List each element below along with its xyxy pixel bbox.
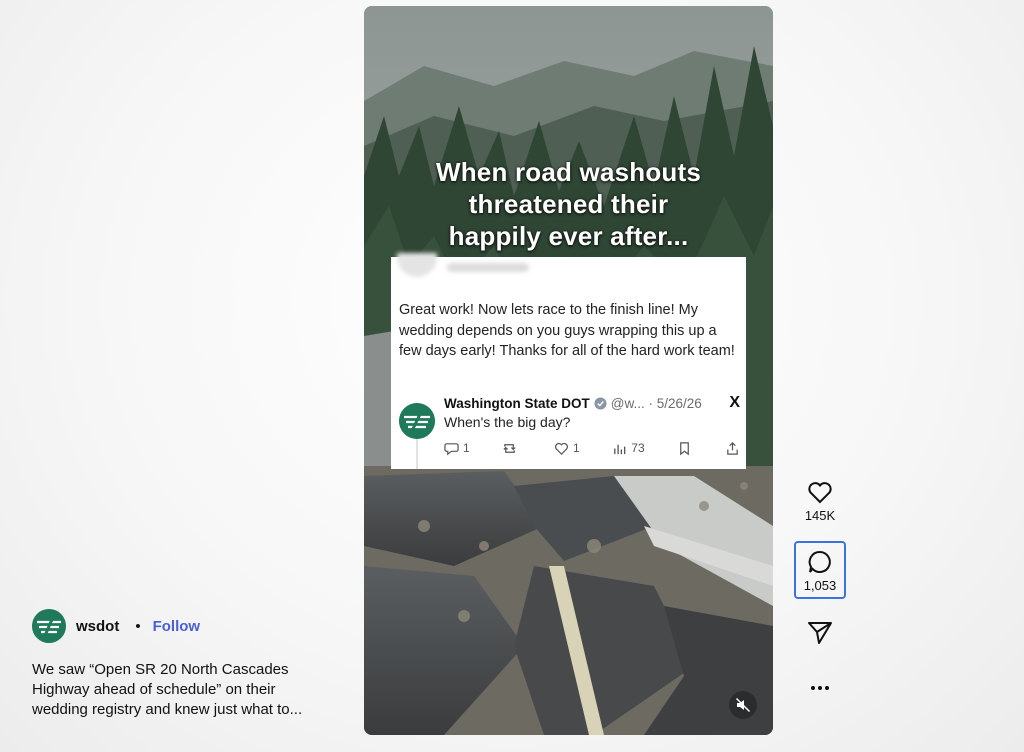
comment-count: 1,053 [803,577,837,593]
wsdot-avatar[interactable] [32,609,66,643]
reply-header: Washington State DOT @w... · 5/26/26 X [444,393,740,413]
tweet-retweet-action [502,441,521,456]
share-upload-icon [727,441,738,455]
reply-count: 1 [463,441,470,455]
reply-bubble-icon [444,442,459,455]
reply-handle-date: @w... · 5/26/26 [610,395,702,411]
retweet-icon [503,443,516,453]
post-caption[interactable]: We saw “Open SR 20 North Cascades Highwa… [32,660,332,720]
separator-dot: • [135,617,141,635]
post-author-row: wsdot • Follow [32,609,200,643]
tweet-reply-action: 1 [444,441,470,456]
views-bars-icon [614,444,626,454]
video-caption-overlay: When road washouts threatened their happ… [364,156,773,252]
more-icon [811,686,829,690]
tweet-like-count: 1 [572,441,580,455]
comment-button[interactable]: 1,053 [794,541,846,599]
send-icon [808,622,832,644]
follow-button[interactable]: Follow [153,618,201,635]
tweet-share-action [725,441,740,456]
tweet-action-bar: 1 1 73 [444,438,740,458]
reply-author-name: Washington State DOT [444,395,590,411]
tweet-text: Great work! Now lets race to the finish … [399,302,735,359]
wsdot-logo-avatar [399,403,435,439]
tweet-like-action: 1 [554,441,580,456]
caption-line: When road washouts [435,157,702,187]
tweet-views-action: 73 [612,441,645,456]
more-options-button[interactable] [794,674,846,702]
embedded-tweet-card: Great work! Now lets race to the finish … [391,253,746,469]
reel-video[interactable]: When road washouts threatened their happ… [364,6,773,735]
muted-speaker-icon [735,697,751,713]
caption-line: happily ever after... [448,221,689,251]
heart-icon [808,482,832,504]
tweet-heart-icon [555,442,568,455]
views-count: 73 [631,441,645,455]
blurred-username [447,263,529,272]
author-username[interactable]: wsdot [76,618,119,635]
mute-toggle-button[interactable] [729,691,757,719]
reply-text: When's the big day? [444,414,571,430]
caption-line: threatened their [468,189,669,219]
verified-badge-icon [594,396,607,410]
x-logo-icon: X [729,394,740,411]
like-count: 145K [804,508,836,523]
bookmark-icon [680,441,690,455]
comment-icon [808,550,831,573]
tweet-bookmark-action [677,441,692,456]
blurred-avatar [397,253,437,277]
like-button[interactable]: 145K [794,478,846,523]
share-button[interactable] [794,618,846,646]
